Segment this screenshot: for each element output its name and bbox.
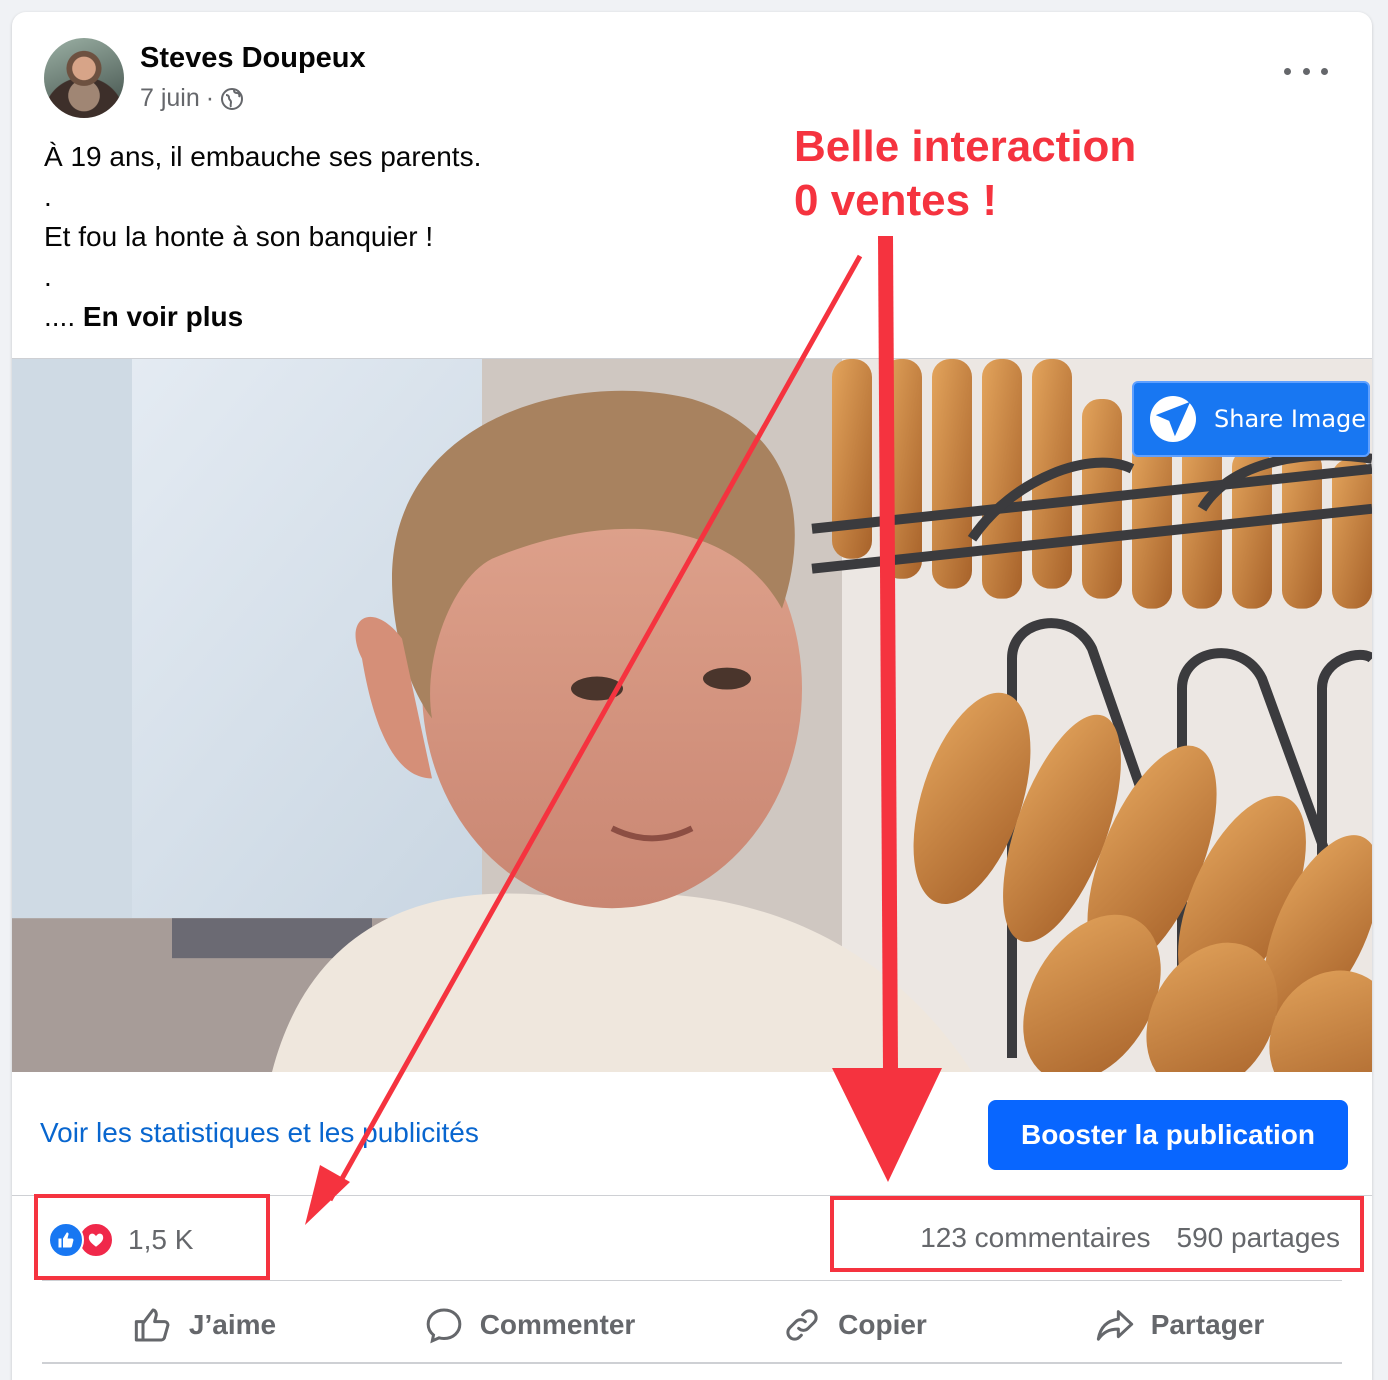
comment-label: Commenter (479, 1309, 636, 1340)
like-label: J’aime (188, 1309, 277, 1340)
action-bar: J’aime Commenter Copier Partager (42, 1290, 1342, 1360)
thumbs-up-icon (134, 1308, 170, 1342)
comment-button[interactable]: Commenter (367, 1290, 692, 1360)
see-more-link[interactable]: En voir plus (83, 301, 243, 332)
author-name[interactable]: Steves Doupeux (140, 42, 366, 75)
globe-icon[interactable] (220, 87, 244, 111)
post-text: À 19 ans, il embauche ses parents. . Et … (44, 137, 481, 337)
annotation-text: Belle interaction 0 ventes ! (794, 120, 1136, 228)
ellipsis: .... (44, 301, 76, 332)
share-image-button[interactable]: Share Image (1132, 381, 1370, 457)
copy-label: Copier (838, 1309, 927, 1340)
copy-button[interactable]: Copier (692, 1290, 1017, 1360)
annotation-line-2: 0 ventes ! (794, 176, 997, 225)
share-label: Partager (1150, 1309, 1265, 1340)
share-arrow-icon (1096, 1310, 1133, 1341)
post-meta: 7 juin · (140, 84, 244, 113)
post-image[interactable]: Share Image (12, 358, 1372, 1072)
post-card: Steves Doupeux 7 juin · À 19 ans, il emb… (12, 12, 1372, 1380)
post-text-line: À 19 ans, il embauche ses parents. (44, 141, 482, 172)
meta-separator: · (205, 84, 215, 112)
stats-link[interactable]: Voir les statistiques et les publicités (40, 1117, 479, 1149)
bakery-photo (12, 359, 1372, 1072)
boost-button[interactable]: Booster la publication (988, 1100, 1348, 1170)
annotation-line-1: Belle interaction (794, 122, 1137, 171)
post-text-line: .... En voir plus (44, 297, 481, 337)
like-button[interactable]: J’aime (42, 1290, 367, 1360)
comment-bubble-icon (426, 1308, 462, 1344)
link-icon (786, 1309, 818, 1341)
post-text-line: . (44, 181, 52, 212)
more-options-icon[interactable] (1284, 58, 1328, 84)
share-image-label: Share Image (1214, 405, 1367, 433)
divider (42, 1280, 1342, 1281)
like-icon (48, 1222, 84, 1258)
divider (42, 1362, 1342, 1364)
paper-plane-icon (1150, 396, 1196, 442)
post-text-line: . (44, 261, 52, 292)
post-text-line: Et fou la honte à son banquier ! (44, 221, 434, 252)
annotation-box-counts (830, 1196, 1364, 1272)
avatar[interactable] (44, 38, 124, 118)
post-date[interactable]: 7 juin (140, 84, 200, 113)
share-button[interactable]: Partager (1017, 1290, 1342, 1360)
